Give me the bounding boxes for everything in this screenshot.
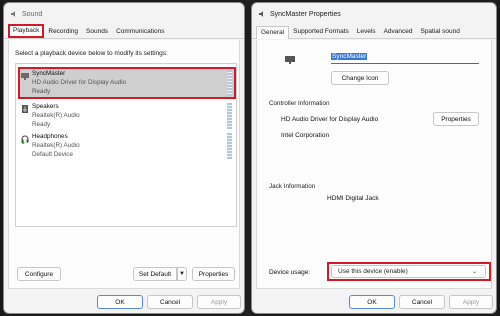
cancel-button[interactable]: Cancel bbox=[147, 295, 193, 309]
general-panel: SyncMaster Change Icon Controller Inform… bbox=[256, 40, 492, 289]
jack-heading: Jack Information bbox=[269, 183, 316, 190]
device-row-headphones[interactable]: Headphones Realtek(R) Audio Default Devi… bbox=[18, 131, 234, 161]
ok-button[interactable]: OK bbox=[349, 295, 395, 309]
controller-name: HD Audio Driver for Display Audio bbox=[281, 116, 379, 123]
tab-sounds[interactable]: Sounds bbox=[82, 26, 112, 38]
cancel-button[interactable]: Cancel bbox=[399, 295, 445, 309]
usage-highlight bbox=[327, 262, 491, 281]
level-meter bbox=[227, 133, 232, 159]
tab-general[interactable]: General bbox=[256, 26, 290, 39]
set-default-button[interactable]: Set Default bbox=[133, 267, 177, 281]
set-default-dropdown-icon[interactable]: ▼ bbox=[177, 267, 187, 281]
monitor-icon bbox=[285, 56, 295, 64]
apply-button[interactable]: Apply bbox=[197, 295, 241, 309]
device-name-value: SyncMaster bbox=[331, 53, 368, 60]
tab-strip: General Supported Formats Levels Advance… bbox=[252, 25, 496, 39]
apply-button[interactable]: Apply bbox=[449, 295, 493, 309]
window-title: Sound bbox=[22, 10, 43, 18]
title-bar[interactable]: Sound bbox=[4, 3, 244, 25]
headphones-icon bbox=[20, 134, 30, 144]
tab-levels[interactable]: Levels bbox=[353, 26, 380, 38]
device-row-speakers[interactable]: Speakers Realtek(R) Audio Ready bbox=[18, 101, 234, 131]
device-status: Default Device bbox=[32, 151, 73, 158]
ok-button[interactable]: OK bbox=[97, 295, 143, 309]
dialog-footer: OK Cancel Apply bbox=[252, 290, 496, 313]
device-status: Ready bbox=[32, 121, 51, 128]
level-meter bbox=[227, 103, 232, 129]
tab-spatial-sound[interactable]: Spatial sound bbox=[416, 26, 463, 38]
controller-heading: Controller Information bbox=[269, 100, 330, 107]
device-name: Speakers bbox=[32, 103, 59, 110]
speaker-icon bbox=[258, 10, 266, 18]
change-icon-button[interactable]: Change Icon bbox=[331, 71, 389, 85]
configure-button[interactable]: Configure bbox=[17, 267, 61, 281]
selection-highlight bbox=[18, 67, 236, 99]
tab-playback[interactable]: Playback bbox=[8, 24, 45, 38]
tab-advanced[interactable]: Advanced bbox=[380, 26, 417, 38]
device-list: SyncMaster HD Audio Driver for Display A… bbox=[15, 63, 237, 227]
tab-supported-formats[interactable]: Supported Formats bbox=[289, 26, 353, 38]
controller-properties-button[interactable]: Properties bbox=[433, 112, 479, 126]
properties-dialog: SyncMaster Properties General Supported … bbox=[251, 2, 497, 314]
device-name: Headphones bbox=[32, 133, 68, 140]
jack-value: HDMI Digital Jack bbox=[327, 195, 379, 202]
properties-button[interactable]: Properties bbox=[192, 267, 235, 281]
device-driver: Realtek(R) Audio bbox=[32, 112, 80, 119]
controller-vendor: Intel Corporation bbox=[281, 132, 330, 139]
tab-recording[interactable]: Recording bbox=[44, 26, 82, 38]
device-driver: Realtek(R) Audio bbox=[32, 142, 80, 149]
device-name-field[interactable]: SyncMaster bbox=[331, 52, 479, 64]
dialog-footer: OK Cancel Apply bbox=[4, 290, 244, 313]
window-title: SyncMaster Properties bbox=[270, 10, 341, 18]
speaker-icon bbox=[20, 104, 30, 114]
playback-panel: Select a playback device below to modify… bbox=[8, 40, 240, 289]
tab-communications[interactable]: Communications bbox=[112, 26, 168, 38]
sound-dialog: Sound Playback Recording Sounds Communic… bbox=[3, 2, 245, 314]
speaker-icon bbox=[10, 10, 18, 18]
tab-strip: Playback Recording Sounds Communications bbox=[4, 24, 244, 39]
instruction-text: Select a playback device below to modify… bbox=[15, 50, 168, 57]
title-bar[interactable]: SyncMaster Properties bbox=[252, 3, 496, 25]
device-usage-label: Device usage: bbox=[269, 269, 311, 276]
